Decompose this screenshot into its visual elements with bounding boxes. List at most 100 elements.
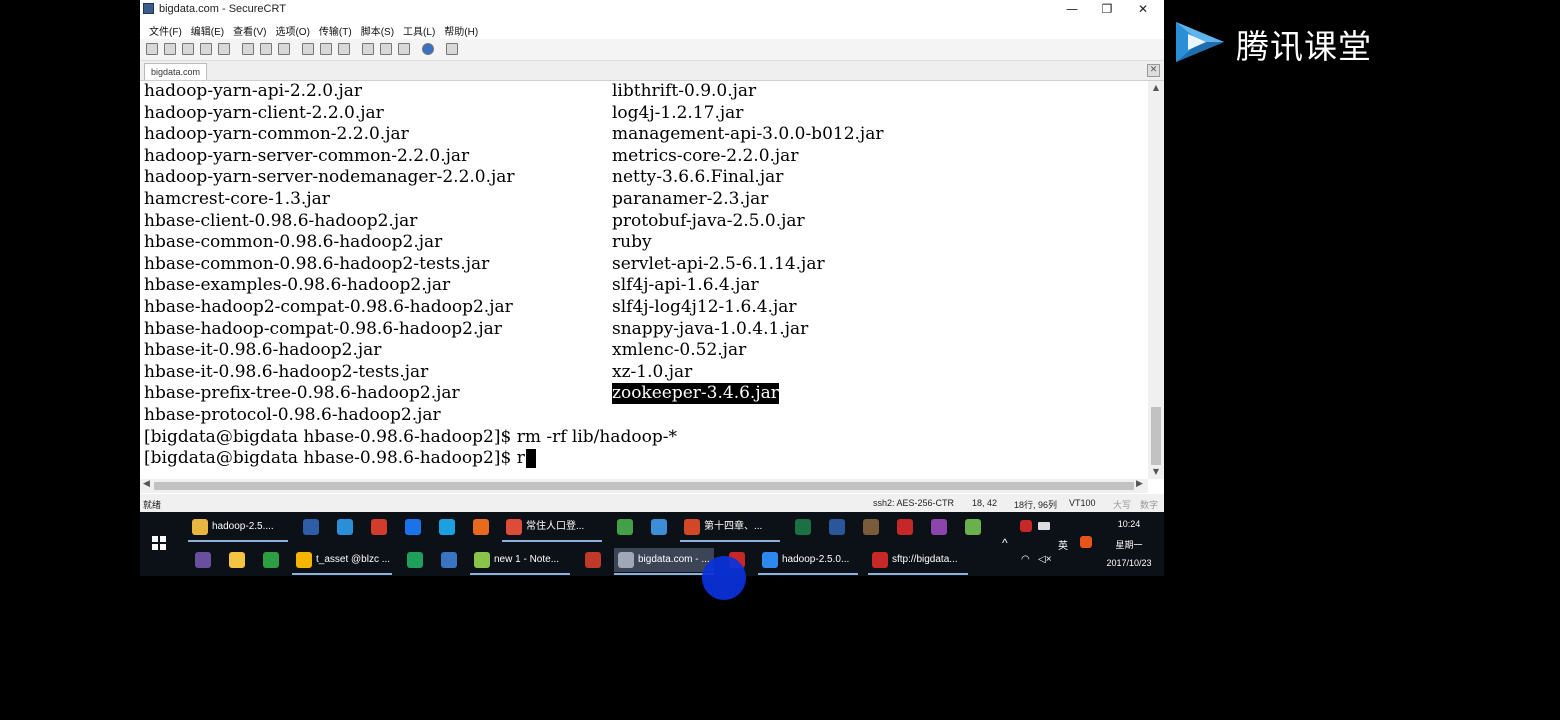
taskbar-app-icon-button[interactable] [926, 515, 952, 539]
copy-icon[interactable] [242, 43, 254, 55]
status-ready: 就绪 [143, 500, 162, 510]
taskbar-app-icon-button[interactable] [402, 548, 428, 572]
taskbar-app-icon-button[interactable] [366, 515, 392, 539]
taskbar-app-label: hadoop-2.5.... [212, 521, 274, 532]
terminal-prompt-line[interactable]: [bigdata@bigdata hbase-0.98.6-hadoop2]$ … [144, 448, 536, 469]
app-icon [897, 519, 913, 535]
taskbar-app-button[interactable]: bigdata.com - ... [614, 548, 714, 575]
ime-indicator[interactable]: 英 [1058, 537, 1068, 552]
connect-in-tab-icon[interactable] [182, 43, 194, 55]
taskbar-app-label: 常住人口登... [526, 521, 585, 532]
taskbar-app-icon-button[interactable] [224, 548, 250, 572]
paste-icon[interactable] [260, 43, 272, 55]
scroll-right-icon[interactable]: ▶ [1136, 479, 1143, 489]
scroll-left-icon[interactable]: ◀ [143, 479, 150, 489]
horizontal-scrollbar[interactable]: ◀ ▶ [140, 479, 1148, 493]
taskbar-app-icon-button[interactable] [258, 548, 284, 572]
taskbar-app-icon-button[interactable] [892, 515, 918, 539]
menu-options[interactable]: 选项(O) [275, 23, 309, 38]
menu-file[interactable]: 文件(F) [149, 23, 182, 38]
reconnect-icon[interactable] [200, 43, 212, 55]
taskbar-app-button[interactable]: sftp://bigdata... [868, 548, 968, 575]
menu-tools[interactable]: 工具(L) [403, 23, 435, 38]
close-button[interactable]: ✕ [1128, 1, 1158, 17]
terminal-line: metrics-core-2.2.0.jar [612, 145, 799, 166]
settings-icon[interactable] [446, 43, 458, 55]
taskbar-app-icon-button[interactable] [612, 515, 638, 539]
wifi-icon[interactable]: ◠ [1021, 554, 1030, 565]
volume-muted-icon[interactable]: ◁× [1038, 554, 1052, 565]
menu-transfer[interactable]: 传输(T) [319, 23, 352, 38]
taskbar-app-icon-button[interactable] [790, 515, 816, 539]
terminal-line: slf4j-log4j12-1.6.4.jar [612, 297, 797, 317]
disconnect-icon[interactable] [218, 43, 230, 55]
taskbar-app-label: hadoop-2.5.0... [782, 554, 850, 565]
running-indicator [758, 573, 858, 575]
menu-help[interactable]: 帮助(H) [444, 23, 478, 38]
terminal-line: protobuf-java-2.5.0.jar [612, 210, 805, 231]
taskbar-app-icon-button[interactable] [434, 515, 460, 539]
close-tab-icon[interactable]: ✕ [1147, 64, 1160, 77]
menu-view[interactable]: 查看(V) [233, 23, 266, 38]
sogou-ime-icon[interactable] [1080, 536, 1092, 548]
taskbar-app-icon-button[interactable] [436, 548, 462, 572]
battery-icon[interactable] [1038, 522, 1050, 530]
securecrt-app-icon [143, 3, 154, 14]
minimize-button[interactable]: — [1057, 1, 1087, 17]
running-indicator [502, 540, 602, 542]
status-rows-cols: 18行, 96列 [1014, 500, 1058, 510]
vertical-scrollbar[interactable]: ▲ ▼ [1148, 81, 1164, 479]
key-icon[interactable] [398, 43, 410, 55]
taskbar-app-icon-button[interactable] [858, 515, 884, 539]
taskbar-app-icon-button[interactable] [400, 515, 426, 539]
session-options-icon[interactable] [302, 43, 314, 55]
taskbar-app-button[interactable]: hadoop-2.5.0... [758, 548, 858, 575]
taskbar-app-icon-button[interactable] [332, 515, 358, 539]
sftp-icon[interactable] [362, 43, 374, 55]
quick-connect-icon[interactable] [164, 43, 176, 55]
clock[interactable]: 10:24 星期一 2017/10/23 [1096, 512, 1162, 576]
connect-icon[interactable] [146, 43, 158, 55]
taskbar-app-icon-button[interactable] [190, 548, 216, 572]
tray-app-icon[interactable] [1020, 520, 1032, 532]
running-indicator [470, 573, 570, 575]
terminal-line: management-api-3.0.0-b012.jar [612, 124, 884, 145]
taskbar-app-button[interactable]: 常住人口登... [502, 515, 602, 542]
play-logo-icon [1176, 22, 1224, 62]
tray-expand-icon[interactable]: ^ [1002, 536, 1008, 550]
taskbar-app-button[interactable]: t_asset @blzc ... [292, 548, 392, 575]
tab-bigdata[interactable]: bigdata.com [144, 63, 208, 80]
taskbar-app-button[interactable]: 第十四章、... [680, 515, 780, 542]
vertical-scroll-thumb[interactable] [1151, 407, 1161, 465]
terminal-line: servlet-api-2.5-6.1.14.jar [612, 253, 825, 274]
scroll-down-icon[interactable]: ▼ [1148, 467, 1164, 476]
taskbar-app-icon-button[interactable] [580, 548, 606, 572]
title-bar[interactable]: bigdata.com - SecureCRT — ❐ ✕ [140, 0, 1164, 19]
taskbar-app-icon-button[interactable] [298, 515, 324, 539]
taskbar-app-icon-button[interactable] [824, 515, 850, 539]
menu-edit[interactable]: 编辑(E) [191, 23, 224, 38]
terminal-line: hamcrest-core-1.3.jar [144, 189, 330, 209]
find-icon[interactable] [278, 43, 290, 55]
taskbar-app-button[interactable]: hadoop-2.5.... [188, 515, 288, 542]
status-emulation: VT100 [1069, 498, 1096, 508]
terminal-line: hadoop-yarn-api-2.2.0.jar [144, 81, 363, 101]
terminal-output[interactable]: hadoop-yarn-api-2.2.0.jar hadoop-yarn-cli… [140, 81, 1148, 479]
app-icon [651, 519, 667, 535]
horizontal-scroll-thumb[interactable] [154, 482, 1134, 490]
app-icon [263, 552, 279, 568]
keymap-icon[interactable] [380, 43, 392, 55]
taskbar-app-icon-button[interactable] [468, 515, 494, 539]
taskbar-app-button[interactable]: new 1 - Note... [470, 548, 570, 575]
terminal-line: hadoop-yarn-server-nodemanager-2.2.0.jar [144, 167, 515, 188]
maximize-button[interactable]: ❐ [1092, 1, 1122, 17]
global-options-icon[interactable] [320, 43, 332, 55]
menu-script[interactable]: 脚本(S) [361, 23, 394, 38]
scroll-up-icon[interactable]: ▲ [1148, 83, 1164, 92]
taskbar-app-icon-button[interactable] [646, 515, 672, 539]
help-icon[interactable] [422, 43, 434, 55]
windows-start-icon[interactable] [152, 536, 166, 550]
terminal-line: hbase-protocol-0.98.6-hadoop2.jar [144, 405, 441, 425]
taskbar-app-icon-button[interactable] [960, 515, 986, 539]
print-icon[interactable] [338, 43, 350, 55]
